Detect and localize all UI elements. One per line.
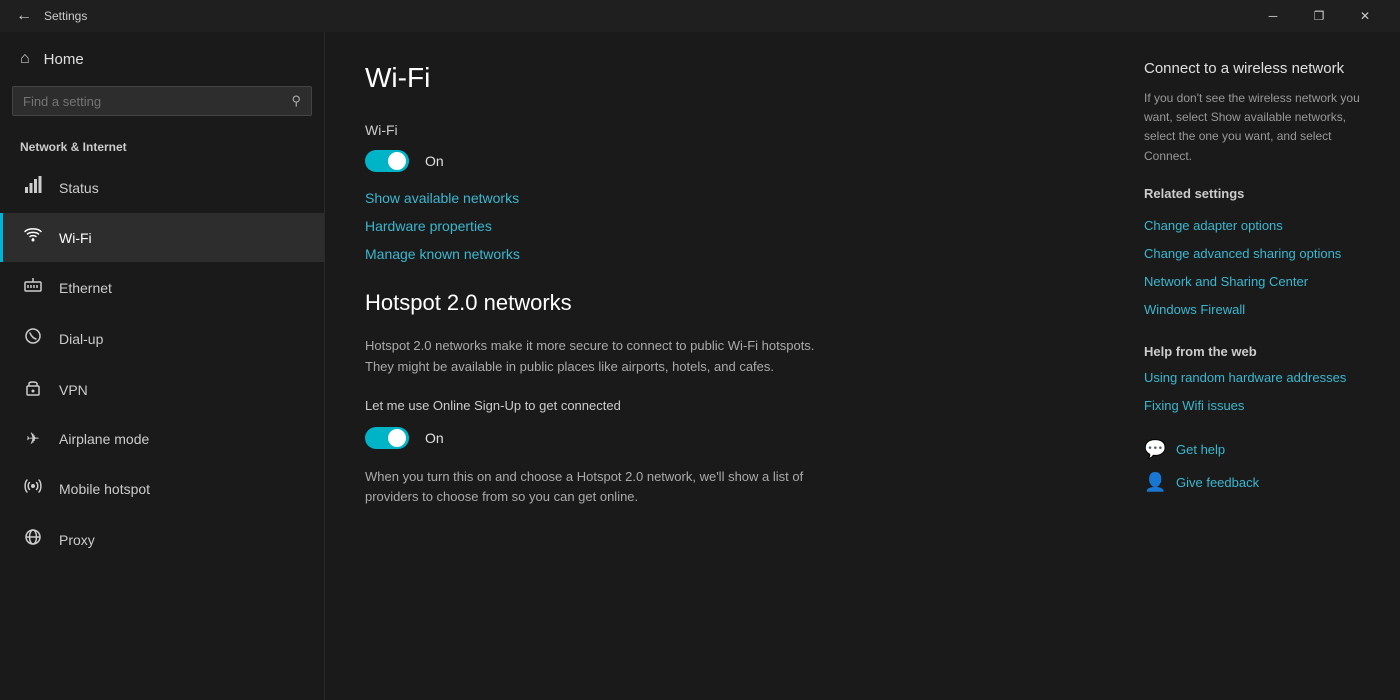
windows-firewall-link[interactable]: Windows Firewall	[1144, 301, 1376, 319]
wifi-toggle[interactable]	[365, 150, 409, 172]
show-networks-link[interactable]: Show available networks	[365, 190, 1080, 206]
manage-networks-link[interactable]: Manage known networks	[365, 246, 1080, 262]
sidebar-item-ethernet[interactable]: Ethernet	[0, 262, 324, 313]
connect-desc: If you don't see the wireless network yo…	[1144, 89, 1376, 166]
hotspot-signup-label: Let me use Online Sign-Up to get connect…	[365, 398, 1080, 413]
sidebar-item-status[interactable]: Status	[0, 162, 324, 213]
dialup-icon	[23, 327, 43, 350]
related-settings-title: Related settings	[1144, 186, 1376, 201]
help-section: 💬 Get help 👤 Give feedback	[1144, 439, 1376, 493]
search-input[interactable]	[23, 94, 291, 109]
page-title: Wi-Fi	[365, 62, 1080, 94]
back-button[interactable]: ←	[12, 4, 36, 28]
network-center-link[interactable]: Network and Sharing Center	[1144, 273, 1376, 291]
sidebar-category: Network & Internet	[0, 132, 324, 162]
sidebar-item-label-dialup: Dial-up	[59, 331, 103, 347]
sidebar-item-label-proxy: Proxy	[59, 532, 95, 548]
change-adapter-link[interactable]: Change adapter options	[1144, 217, 1376, 235]
get-help-icon: 💬	[1144, 439, 1166, 460]
fixing-wifi-link[interactable]: Fixing Wifi issues	[1144, 397, 1376, 415]
help-from-web-title: Help from the web	[1144, 344, 1376, 359]
app-body: ⌂ Home ⚲ Network & Internet Status	[0, 32, 1400, 700]
search-box: ⚲	[12, 86, 312, 116]
sidebar: ⌂ Home ⚲ Network & Internet Status	[0, 32, 325, 700]
sidebar-item-label-status: Status	[59, 180, 99, 196]
hotspot-signup-toggle-row: On	[365, 427, 1080, 449]
vpn-icon	[23, 378, 43, 401]
close-button[interactable]: ✕	[1342, 0, 1388, 32]
sidebar-item-label-wifi: Wi-Fi	[59, 230, 92, 246]
search-icon[interactable]: ⚲	[291, 93, 301, 109]
main-content: Wi-Fi Wi-Fi On Show available networks H…	[325, 32, 1120, 700]
give-feedback-icon: 👤	[1144, 472, 1166, 493]
airplane-icon: ✈	[23, 429, 43, 449]
sidebar-item-label-vpn: VPN	[59, 382, 88, 398]
hotspot-signup-toggle[interactable]	[365, 427, 409, 449]
titlebar-title: Settings	[44, 9, 1250, 23]
mobile-hotspot-icon	[23, 477, 43, 500]
ethernet-icon	[23, 276, 43, 299]
window-controls: ─ ❐ ✕	[1250, 0, 1388, 32]
wifi-section-label: Wi-Fi	[365, 122, 1080, 138]
get-help-link[interactable]: Get help	[1176, 442, 1225, 457]
status-icon	[23, 176, 43, 199]
right-panel: Connect to a wireless network If you don…	[1120, 32, 1400, 700]
wifi-toggle-label: On	[425, 153, 444, 169]
get-help-row[interactable]: 💬 Get help	[1144, 439, 1376, 460]
sidebar-item-mobile-hotspot[interactable]: Mobile hotspot	[0, 463, 324, 514]
wifi-icon	[23, 227, 43, 248]
maximize-button[interactable]: ❐	[1296, 0, 1342, 32]
give-feedback-link[interactable]: Give feedback	[1176, 475, 1259, 490]
wifi-toggle-row: On	[365, 150, 1080, 172]
titlebar: ← Settings ─ ❐ ✕	[0, 0, 1400, 32]
hotspot-signup-toggle-label: On	[425, 430, 444, 446]
proxy-icon	[23, 528, 43, 551]
hardware-props-link[interactable]: Hardware properties	[365, 218, 1080, 234]
minimize-button[interactable]: ─	[1250, 0, 1296, 32]
hardware-addresses-link[interactable]: Using random hardware addresses	[1144, 369, 1376, 387]
home-icon: ⌂	[20, 50, 30, 68]
change-sharing-link[interactable]: Change advanced sharing options	[1144, 245, 1376, 263]
sidebar-item-label-ethernet: Ethernet	[59, 280, 112, 296]
hotspot-title: Hotspot 2.0 networks	[365, 290, 1080, 316]
sidebar-item-vpn[interactable]: VPN	[0, 364, 324, 415]
hotspot-note: When you turn this on and choose a Hotsp…	[365, 467, 815, 509]
sidebar-item-label-mobile-hotspot: Mobile hotspot	[59, 481, 150, 497]
sidebar-item-wifi[interactable]: Wi-Fi	[0, 213, 324, 262]
sidebar-item-dialup[interactable]: Dial-up	[0, 313, 324, 364]
sidebar-home-button[interactable]: ⌂ Home	[0, 32, 324, 86]
sidebar-item-label-airplane: Airplane mode	[59, 431, 149, 447]
sidebar-item-airplane[interactable]: ✈ Airplane mode	[0, 415, 324, 463]
sidebar-item-proxy[interactable]: Proxy	[0, 514, 324, 565]
hotspot-desc: Hotspot 2.0 networks make it more secure…	[365, 336, 815, 378]
give-feedback-row[interactable]: 👤 Give feedback	[1144, 472, 1376, 493]
connect-title: Connect to a wireless network	[1144, 60, 1376, 77]
sidebar-home-label: Home	[44, 51, 84, 68]
